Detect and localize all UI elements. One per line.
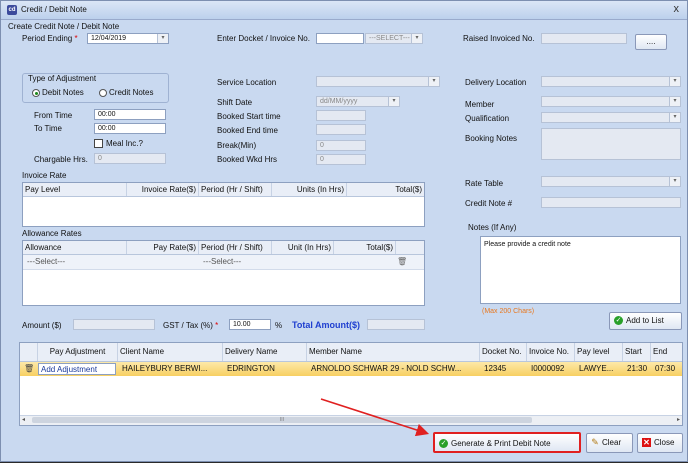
check-circle-icon: ✓ [439,439,448,449]
generate-print-debit-note-button[interactable]: ✓ Generate & Print Debit Note [433,432,581,453]
annotation-arrow [320,398,430,437]
clear-button[interactable]: ✎ Clear [586,433,633,453]
close-icon: ✕ [642,438,651,448]
broom-icon: ✎ [591,437,599,448]
credit-debit-note-window: cd Credit / Debit Note x Create Credit N… [0,0,688,462]
close-button[interactable]: ✕ Close [637,433,683,453]
